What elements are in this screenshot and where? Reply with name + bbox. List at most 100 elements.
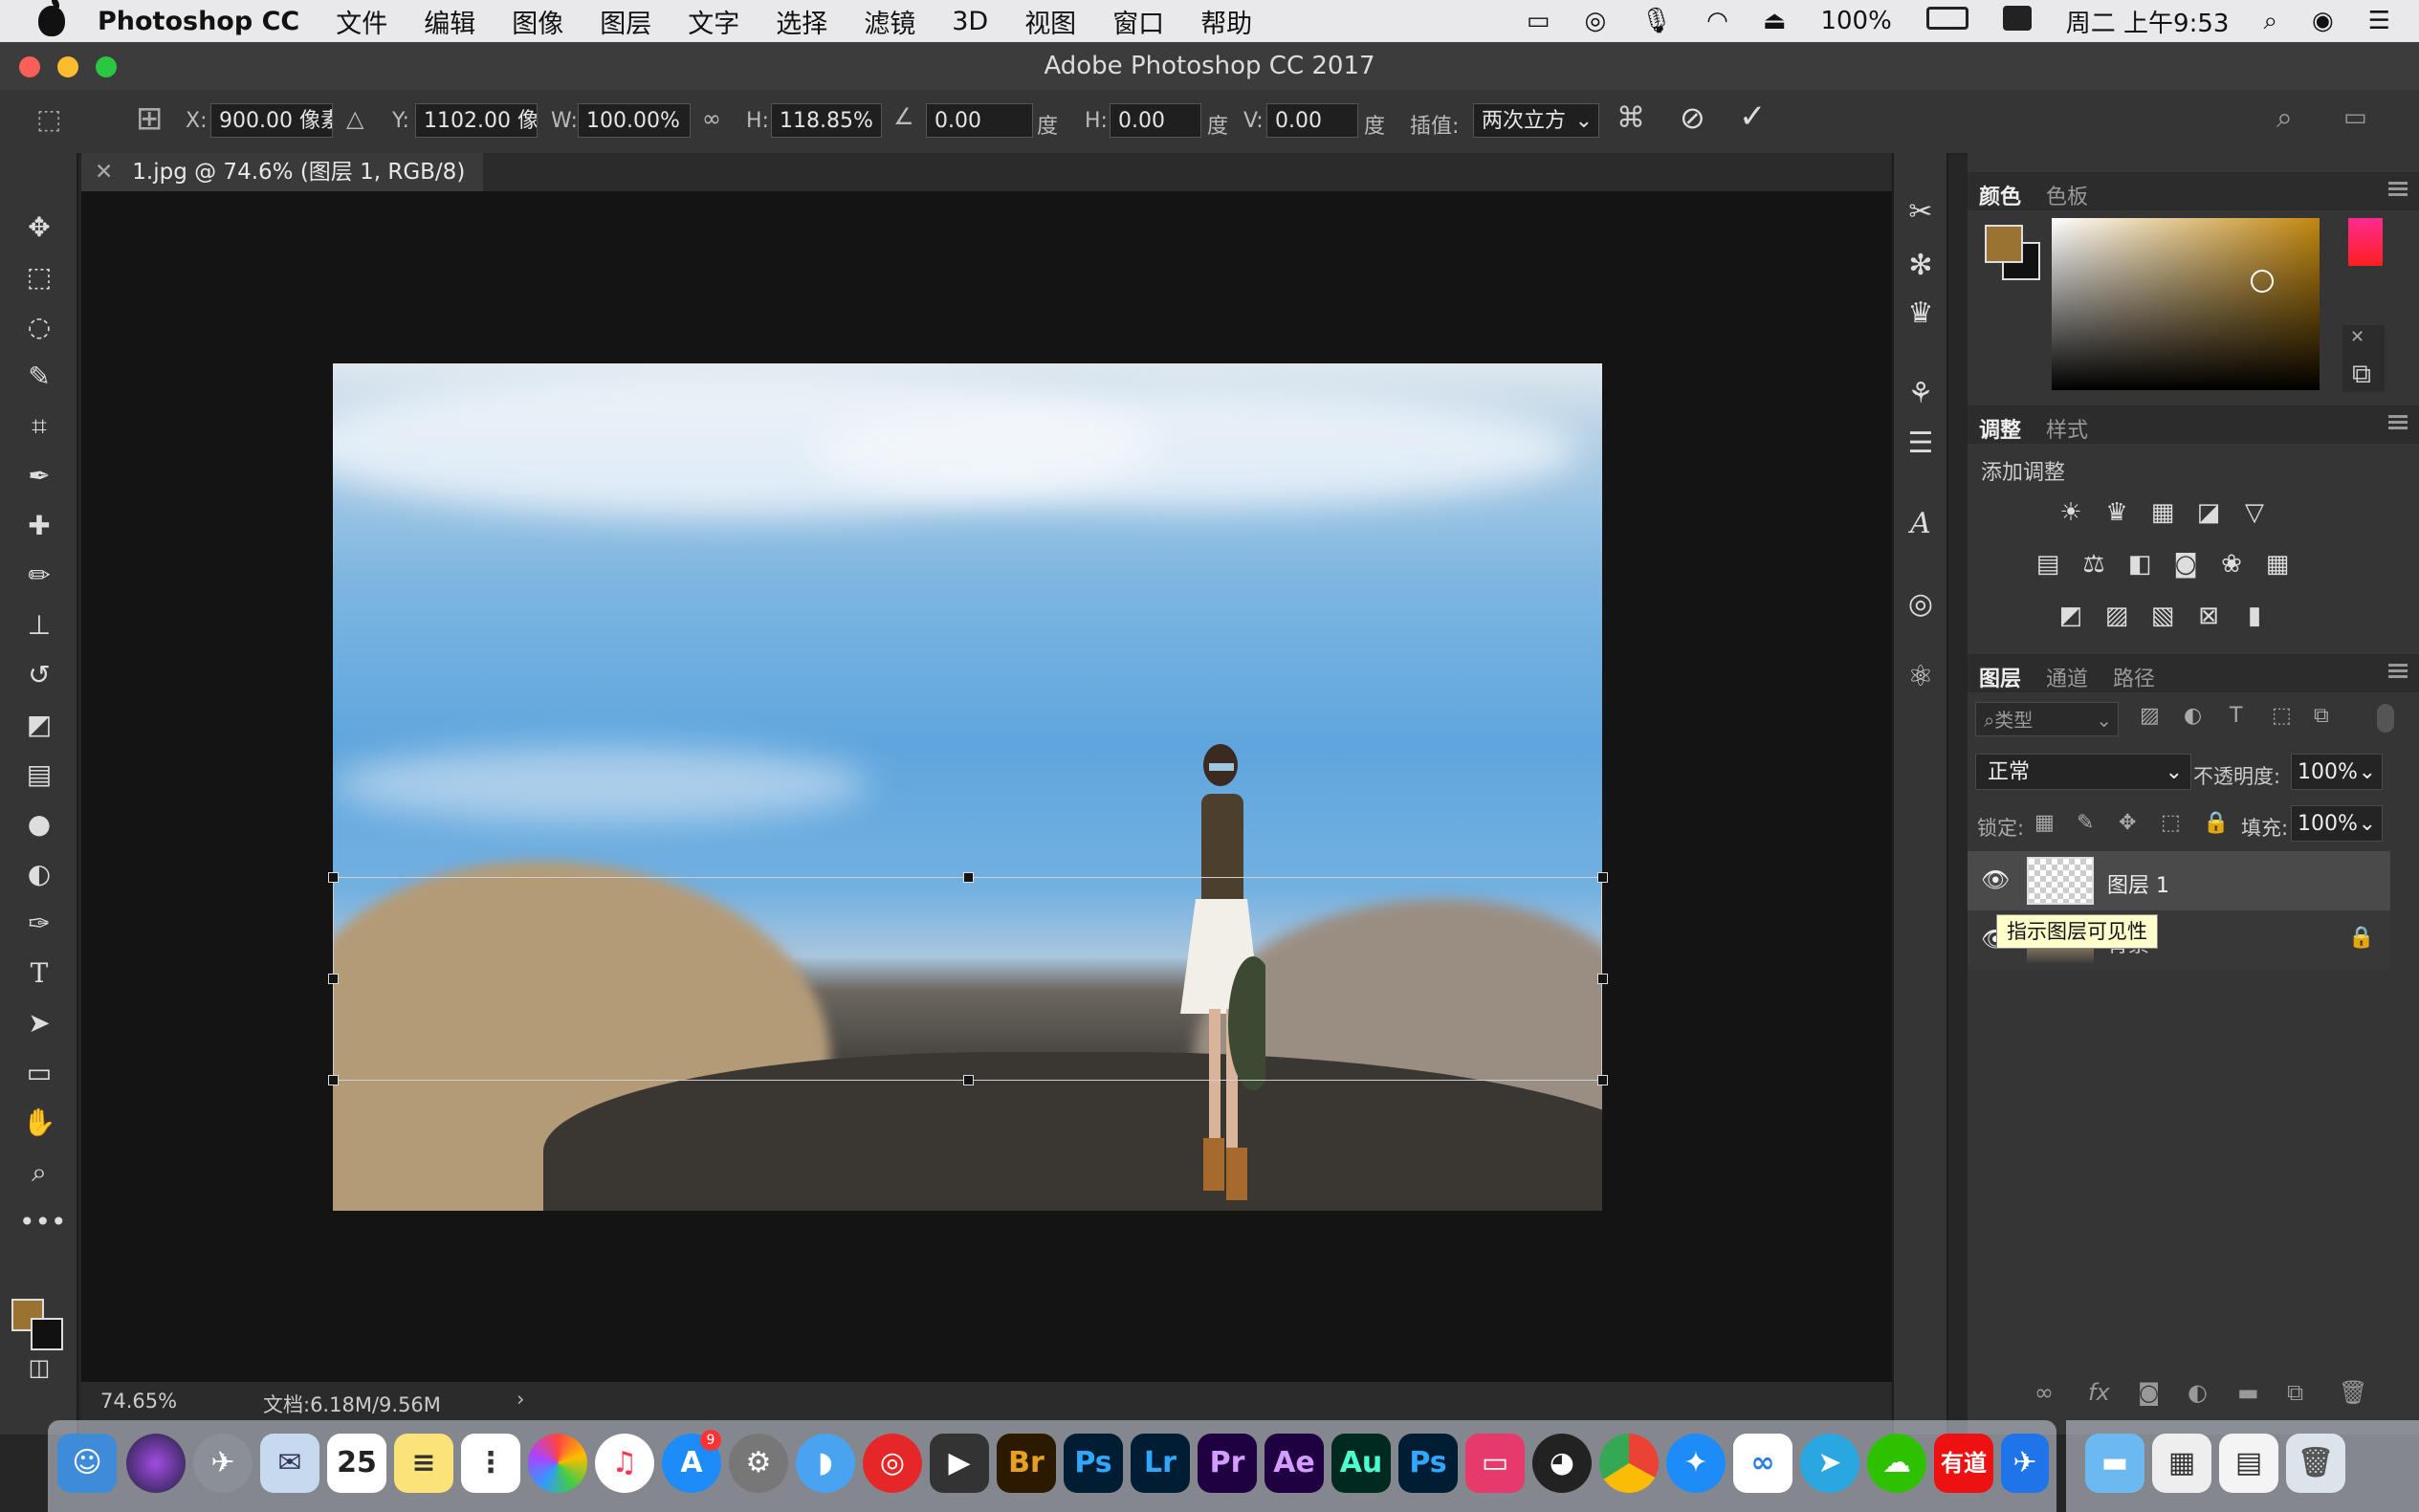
photoshop-2-icon[interactable]: Ps	[1398, 1434, 1458, 1493]
brush-preset-icon[interactable]: ✂	[1903, 195, 1938, 230]
menu-edit[interactable]: 编辑	[424, 3, 475, 40]
filter-smart-object-icon[interactable]: ⧉	[2314, 704, 2329, 728]
mail-icon[interactable]: ✉	[260, 1434, 319, 1493]
brush-settings-icon[interactable]: ✻	[1903, 249, 1938, 283]
siri-icon[interactable]	[126, 1434, 186, 1493]
exposure-icon[interactable]: ◪	[2193, 499, 2224, 526]
search-icon[interactable]: ⌕	[2276, 101, 2293, 135]
x-position-input[interactable]: 900.00 像素	[210, 103, 333, 138]
delete-layer-icon[interactable]: 🗑	[2339, 1379, 2367, 1406]
color-lookup-icon[interactable]: ▦	[2262, 551, 2293, 578]
menu-window[interactable]: 窗口	[1112, 3, 1164, 40]
youdao-icon[interactable]: 有道	[1934, 1434, 1993, 1493]
microphone-icon[interactable]: 🎙	[1640, 7, 1672, 35]
wechat-icon[interactable]: ☁	[1867, 1434, 1926, 1493]
qq-icon[interactable]: ◕	[1532, 1434, 1592, 1493]
lock-position-icon[interactable]: ✥	[2119, 811, 2136, 835]
workspace-icon[interactable]: ▭	[2343, 103, 2367, 132]
clock[interactable]: 周二 上午9:53	[2066, 4, 2230, 39]
filter-shape-icon[interactable]: ⬚	[2272, 704, 2292, 728]
transform-handle-middle-left[interactable]	[328, 974, 339, 984]
downloads-folder-icon[interactable]: ▬	[2085, 1434, 2144, 1493]
rectangle-tool-icon[interactable]: ▭	[19, 1056, 59, 1090]
commit-transform-icon[interactable]: ✓	[1739, 98, 1767, 136]
final-cut-icon[interactable]: ▶	[930, 1434, 989, 1493]
menu-type[interactable]: 文字	[688, 3, 739, 40]
reminders-icon[interactable]: ⋮	[461, 1434, 520, 1493]
gradient-tool-icon[interactable]: ▤	[19, 757, 59, 792]
tab-swatches[interactable]: 色板	[2046, 180, 2088, 210]
clone-stamp-tool-icon[interactable]: ⊥	[19, 608, 59, 643]
color-picker-cursor[interactable]	[2251, 270, 2274, 293]
spotlight-search-icon[interactable]: ⌕	[2263, 7, 2277, 36]
fill-input[interactable]: 100% ⌄	[2291, 805, 2383, 842]
menu-layer[interactable]: 图层	[600, 3, 651, 40]
delta-icon[interactable]: △	[346, 105, 363, 132]
histogram-icon[interactable]: ♛	[1903, 296, 1938, 331]
filter-adjustment-icon[interactable]: ◐	[2184, 704, 2202, 728]
height-input[interactable]: 118.85%	[771, 103, 882, 138]
quick-mask-icon[interactable]: ◫	[19, 1350, 59, 1385]
menu-view[interactable]: 视图	[1024, 3, 1076, 40]
tab-color[interactable]: 颜色	[1979, 180, 2021, 210]
notification-center-icon[interactable]: ☰	[2368, 7, 2390, 35]
layer-row[interactable]: 👁 图层 1	[1968, 851, 2390, 910]
airplay-icon[interactable]: ⏏	[1763, 7, 1787, 35]
screenshots-stack-icon[interactable]: ▦	[2152, 1434, 2211, 1493]
invert-icon[interactable]: ◩	[2056, 603, 2086, 629]
reference-point-icon[interactable]: ⊞	[136, 99, 164, 138]
hand-tool-icon[interactable]: ✋	[19, 1106, 59, 1140]
link-ratio-icon[interactable]: ∞	[702, 105, 721, 132]
creative-cloud-icon[interactable]: ◎	[1584, 7, 1606, 35]
channel-mixer-icon[interactable]: ❀	[2216, 551, 2247, 578]
transform-preset-icon[interactable]: ⬚	[36, 103, 61, 135]
tab-layers[interactable]: 图层	[1979, 662, 2021, 692]
opacity-input[interactable]: 100% ⌄	[2291, 754, 2383, 790]
transform-handle-bottom-center[interactable]	[963, 1075, 974, 1085]
history-brush-tool-icon[interactable]: ↺	[19, 658, 59, 692]
lock-image-pixels-icon[interactable]: ✎	[2077, 811, 2094, 835]
transform-bounding-box[interactable]	[333, 877, 1602, 1081]
tab-paths[interactable]: 路径	[2113, 662, 2155, 692]
qq-browser-icon[interactable]: ◗	[796, 1434, 855, 1493]
healing-brush-tool-icon[interactable]: ✚	[19, 509, 59, 543]
tab-styles[interactable]: 样式	[2046, 413, 2088, 444]
calendar-icon[interactable]: 25	[327, 1434, 386, 1493]
filter-toggle-switch[interactable]	[2377, 704, 2394, 733]
premiere-icon[interactable]: Pr	[1198, 1434, 1257, 1493]
chrome-icon[interactable]	[1599, 1434, 1659, 1493]
rotate-angle-input[interactable]: 0.00	[926, 103, 1033, 138]
transform-handle-top-center[interactable]	[963, 872, 974, 883]
zoom-level[interactable]: 74.65%	[100, 1390, 177, 1413]
move-tool-icon[interactable]: ✥	[19, 210, 59, 245]
transform-handle-top-left[interactable]	[328, 872, 339, 883]
new-group-icon[interactable]: ▬	[2237, 1379, 2259, 1406]
status-menu-arrow-icon[interactable]: ›	[517, 1388, 524, 1411]
close-floating-panel-icon[interactable]: ✕	[2350, 327, 2364, 347]
lightroom-icon[interactable]: Lr	[1131, 1434, 1190, 1493]
photo-filter-icon[interactable]: ◙	[2170, 551, 2201, 578]
chevron-down-icon[interactable]: ⌄	[2359, 755, 2376, 791]
tab-channels[interactable]: 通道	[2046, 662, 2088, 692]
launchpad-icon[interactable]: ✈	[193, 1434, 253, 1493]
lock-transparent-pixels-icon[interactable]: ▦	[2034, 811, 2055, 835]
canvas-area[interactable]	[81, 191, 1892, 1382]
filter-pixel-icon[interactable]: ▨	[2140, 704, 2160, 728]
new-layer-icon[interactable]: ⧉	[2287, 1379, 2303, 1406]
itunes-icon[interactable]: ♫	[595, 1434, 654, 1493]
character-icon[interactable]: A	[1903, 507, 1938, 541]
path-selection-tool-icon[interactable]: ➤	[19, 1006, 59, 1041]
layer-name[interactable]: 图层 1	[2107, 868, 2169, 899]
type-tool-icon[interactable]: T	[19, 956, 59, 991]
documents-stack-icon[interactable]: ▤	[2219, 1434, 2278, 1493]
gradient-map-icon[interactable]: ▮	[2239, 603, 2270, 629]
audition-icon[interactable]: Au	[1331, 1434, 1391, 1493]
brightness-contrast-icon[interactable]: ☀	[2056, 499, 2086, 526]
after-effects-icon[interactable]: Ae	[1264, 1434, 1324, 1493]
macbook-icon[interactable]: ▭	[1465, 1434, 1525, 1493]
interpolation-select[interactable]: 两次立方 ⌄	[1473, 103, 1599, 138]
lasso-tool-icon[interactable]: ◌	[19, 310, 59, 344]
menu-file[interactable]: 文件	[336, 3, 387, 40]
menu-app-name[interactable]: Photoshop CC	[98, 7, 299, 36]
blend-mode-select[interactable]: 正常 ⌄	[1975, 754, 2191, 790]
